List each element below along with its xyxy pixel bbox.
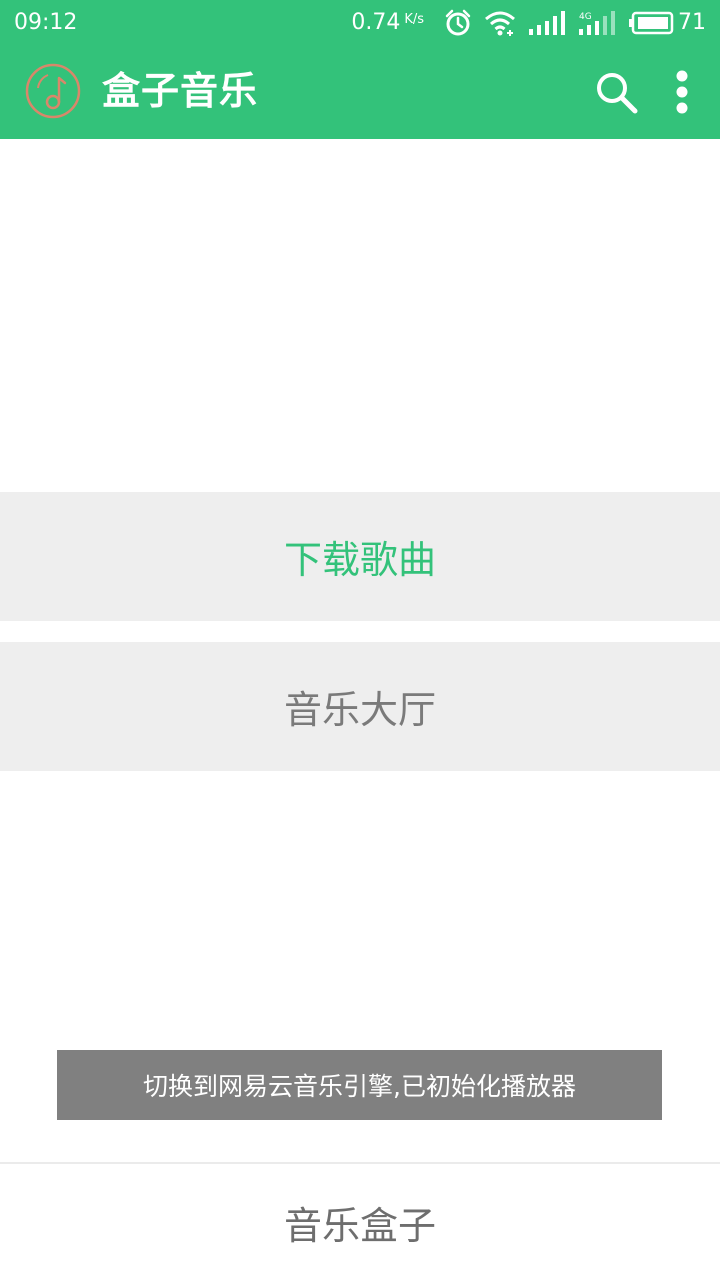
music-hall-label: 音乐大厅	[283, 688, 436, 732]
more-vert-icon[interactable]	[662, 66, 702, 118]
network-speed: 0.74 K/s	[351, 9, 424, 37]
search-icon[interactable]	[592, 68, 640, 116]
signal-4g-icon: 4G	[579, 11, 615, 35]
status-bar: 09:12 0.74 K/s 4G 71	[0, 0, 720, 46]
music-hall-button[interactable]: 音乐大厅	[0, 642, 720, 771]
footer-tab-music-box[interactable]: 音乐盒子	[0, 1164, 720, 1280]
battery-level: 71	[678, 10, 706, 35]
app-header: 09:12 0.74 K/s 4G 71 盒子音乐	[0, 0, 720, 139]
download-songs-label: 下载歌曲	[283, 538, 436, 582]
music-note-icon	[25, 63, 81, 119]
network-speed-value: 0.74	[351, 10, 401, 35]
wifi-icon	[485, 11, 515, 36]
toast-text: 切换到网易云音乐引擎,已初始化播放器	[143, 1072, 576, 1101]
download-songs-button[interactable]: 下载歌曲	[0, 492, 720, 621]
svg-text:4G: 4G	[579, 12, 592, 22]
alarm-icon	[445, 9, 471, 36]
app-title: 盒子音乐	[102, 69, 259, 113]
network-speed-unit: K/s	[404, 12, 424, 27]
toast-message: 切换到网易云音乐引擎,已初始化播放器	[57, 1050, 662, 1120]
status-indicators: 0.74 K/s 4G 71	[351, 7, 706, 39]
battery-icon	[629, 11, 674, 35]
toolbar: 盒子音乐	[0, 46, 720, 139]
footer-label-text: 音乐盒子	[283, 1203, 436, 1248]
signal-icon	[529, 11, 565, 35]
status-time: 09:12	[14, 10, 78, 35]
